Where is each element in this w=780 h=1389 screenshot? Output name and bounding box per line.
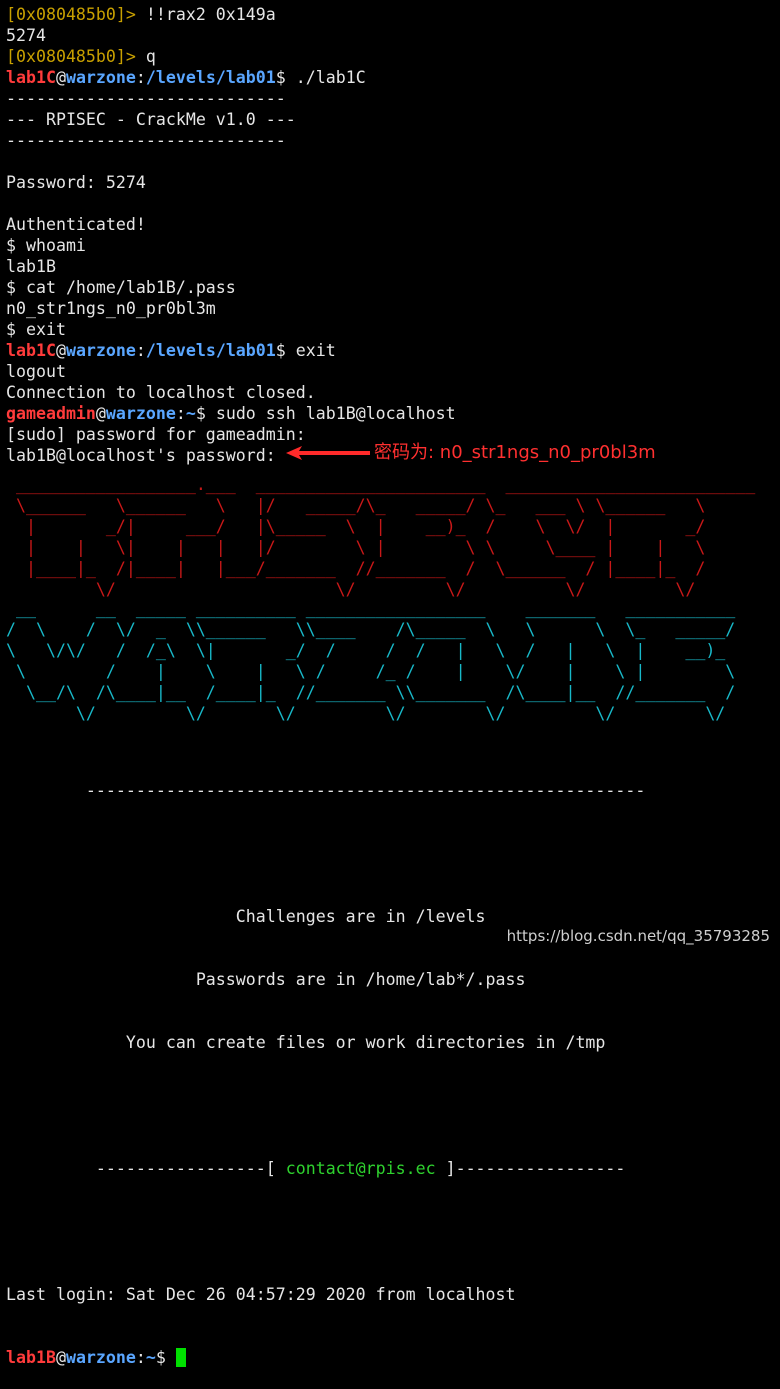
output-line: n0_str1ngs_n0_pr0bl3m	[6, 299, 216, 318]
output-line: $ exit	[6, 320, 66, 339]
command-text: $ ./lab1C	[275, 68, 366, 87]
motd-passwords: Passwords are in /home/lab*/.pass	[6, 970, 526, 989]
motd-challenges: Challenges are in /levels	[6, 907, 486, 926]
command-text: $ sudo ssh lab1B@localhost	[195, 404, 456, 423]
motd-tmp: You can create files or work directories…	[6, 1033, 606, 1052]
output-line: ----------------------------	[6, 131, 286, 150]
motd-rule: ----------------------------------------…	[6, 781, 646, 800]
output-line: Connection to localhost closed.	[6, 383, 316, 402]
gdb-prompt-line: [0x080485b0]> !!rax2 0x149a	[6, 4, 776, 25]
prompt-path: /levels/lab01	[145, 341, 276, 360]
prompt-path: ~	[185, 404, 196, 423]
output-line: Authenticated!	[6, 215, 146, 234]
prompt-host: warzone	[105, 404, 176, 423]
output-line: 5274	[6, 26, 46, 45]
rpisec-ascii-banner: __________________.___ _________________…	[6, 474, 755, 600]
shell-prompt-line: lab1C@warzone:/levels/lab01$ ./lab1C	[6, 68, 366, 87]
prompt-user: gameadmin	[6, 404, 96, 423]
command-text: q	[135, 47, 156, 66]
command-text: !!rax2 0x149a	[135, 5, 276, 24]
command-text: $ exit	[275, 341, 336, 360]
ascii-art-line: |____|_ /|____| |___/_______ //_______ /…	[6, 559, 706, 578]
motd-contact: -----------------[ contact@rpis.ec ]----…	[6, 1159, 626, 1178]
red-arrow-icon	[286, 446, 370, 460]
gdb-prompt-line: [0x080485b0]> q	[6, 46, 776, 67]
terminal-cursor	[175, 1348, 186, 1367]
output-line: lab1B	[6, 257, 56, 276]
prompt-user: lab1C	[6, 341, 56, 360]
output-line: ----------------------------	[6, 89, 286, 108]
gdb-prompt: [0x080485b0]>	[6, 47, 136, 66]
ascii-art-line: \ \/\/ / /_\ \| _/ / / / | \ / | \ | __)…	[6, 641, 726, 660]
ascii-art-line: \/ \/ \/ \/ \/	[6, 580, 696, 599]
warzone-ascii-banner: __ __ _____ __________ _________________…	[6, 598, 735, 724]
ascii-art-line: \/ \/ \/ \/ \/ \/ \/	[6, 704, 726, 723]
final-prompt-line[interactable]: lab1B@warzone:~$	[6, 1347, 645, 1368]
gdb-prompt: [0x080485b0]>	[6, 5, 136, 24]
prompt-host: warzone	[65, 341, 136, 360]
motd-block: ----------------------------------------…	[6, 738, 645, 1389]
ascii-art-line: / \ / \/ _ \\______ \\____ /\_____ \ \ \…	[6, 620, 736, 639]
ascii-art-line: \______ \______ \ |/ _____/\_ _____/ \_ …	[6, 496, 706, 515]
shell-prompt-line: gameadmin@warzone:~$ sudo ssh lab1B@loca…	[6, 404, 456, 423]
ascii-art-line: __________________.___ _________________…	[6, 475, 756, 494]
ascii-art-line: | _/| ___/ |\_____ \ | __)_ / \ \/ | _/	[6, 517, 706, 536]
output-line: --- RPISEC - CrackMe v1.0 ---	[6, 110, 296, 129]
prompt-user: lab1C	[6, 68, 56, 87]
terminal-output: [0x080485b0]> !!rax2 0x149a 5274 [0x080485…	[6, 4, 776, 466]
prompt-host: warzone	[65, 68, 136, 87]
watermark: https://blog.csdn.net/qq_35793285	[506, 927, 770, 945]
ascii-art-line: __ __ _____ __________ _________________…	[6, 599, 736, 618]
last-login-text: Last login: Sat Dec 26 04:57:29 2020 fro…	[6, 1285, 516, 1304]
terminal-window[interactable]: [0x080485b0]> !!rax2 0x149a 5274 [0x080485…	[6, 4, 776, 466]
contact-email-link[interactable]: contact@rpis.ec	[286, 1159, 436, 1178]
ascii-art-line: \__/\ /\____|__ /____|_ //_______ \\____…	[6, 683, 736, 702]
shell-prompt-line: lab1C@warzone:/levels/lab01$ exit	[6, 341, 336, 360]
output-line: $ whoami	[6, 236, 86, 255]
ascii-art-line: | | \| | | |/ \ | \ \ \____ | | \	[6, 538, 706, 557]
output-line: $ cat /home/lab1B/.pass	[6, 278, 236, 297]
output-line: logout	[6, 362, 66, 381]
ascii-art-line: \ / | \ | \ / /_ / | \/ | \ | \	[6, 662, 736, 681]
password-annotation: 密码为: n0_str1ngs_n0_pr0bl3m	[374, 442, 656, 463]
prompt-path: /levels/lab01	[145, 68, 276, 87]
output-line: Password: 5274	[6, 173, 146, 192]
